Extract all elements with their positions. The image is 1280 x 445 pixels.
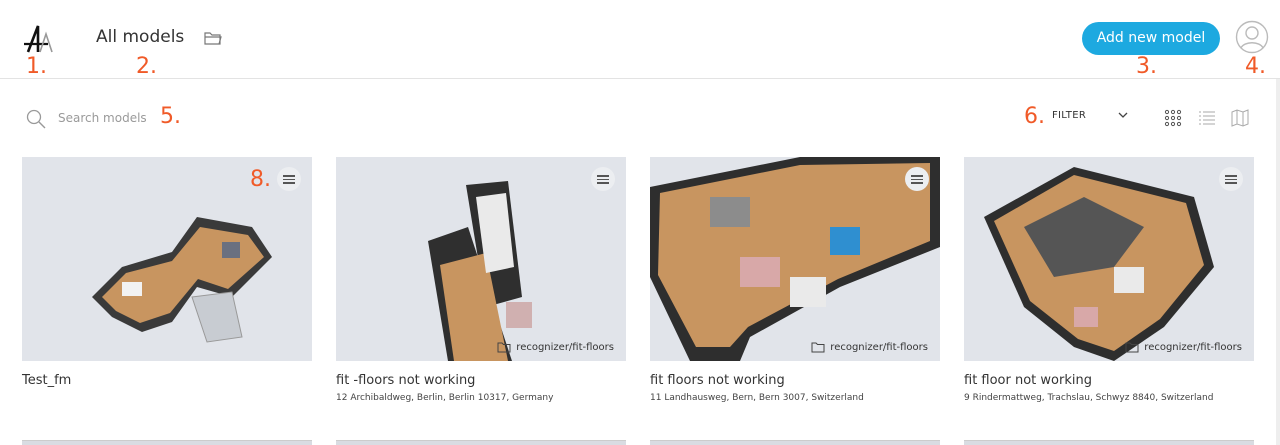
annotation-4: 4.: [1245, 54, 1266, 79]
card-address: 9 Rindermattweg, Trachslau, Schwyz 8840,…: [964, 393, 1214, 403]
card-menu-button[interactable]: [277, 167, 301, 191]
page-title: All models: [96, 27, 185, 47]
folder-icon: [497, 342, 511, 353]
card-menu-button[interactable]: [905, 167, 929, 191]
annotation-2: 2.: [136, 54, 157, 79]
card-menu-button[interactable]: [1219, 167, 1243, 191]
model-thumbnail[interactable]: recognizer/fit-floors: [964, 157, 1254, 361]
card-address: 11 Landhausweg, Bern, Bern 3007, Switzer…: [650, 393, 864, 403]
card-title[interactable]: fit floors not working: [650, 373, 940, 388]
user-avatar-icon[interactable]: [1235, 20, 1269, 54]
card-menu-button[interactable]: [591, 167, 615, 191]
model-thumbnail[interactable]: recognizer/fit-floors: [650, 157, 940, 361]
card-address: 12 Archibaldweg, Berlin, Berlin 10317, G…: [336, 393, 554, 403]
map-view-icon[interactable]: [1230, 108, 1250, 128]
floorplan-image: [984, 167, 1214, 361]
app-logo-icon[interactable]: [22, 22, 56, 56]
annotation-8: 8.: [250, 167, 271, 192]
card-title[interactable]: fit -floors not working: [336, 373, 626, 388]
grid-view-icon[interactable]: [1163, 108, 1183, 128]
search-icon: [26, 109, 46, 129]
folder-tag[interactable]: recognizer/fit-floors: [811, 342, 928, 353]
folder-path: recognizer/fit-floors: [830, 342, 928, 353]
model-card-next-row[interactable]: [650, 440, 940, 445]
model-card-next-row[interactable]: [22, 440, 312, 445]
floorplan-image: [650, 157, 940, 361]
annotation-6: 6.: [1024, 104, 1045, 129]
model-card-next-row[interactable]: [964, 440, 1254, 445]
model-thumbnail[interactable]: recognizer/fit-floors: [336, 157, 626, 361]
folder-icon: [811, 342, 825, 353]
list-view-icon[interactable]: [1197, 108, 1217, 128]
model-card[interactable]: recognizer/fit-floors fit -floors not wo…: [336, 157, 626, 403]
model-card[interactable]: recognizer/fit-floors fit floor not work…: [964, 157, 1254, 403]
annotation-3: 3.: [1136, 54, 1157, 79]
search-input[interactable]: [58, 108, 168, 128]
folder-icon: [1125, 342, 1139, 353]
card-title[interactable]: fit floor not working: [964, 373, 1254, 388]
floorplan-image: [428, 181, 532, 361]
chevron-down-icon[interactable]: [1117, 110, 1129, 120]
filter-dropdown-label[interactable]: FILTER: [1052, 110, 1086, 121]
model-card[interactable]: recognizer/fit-floors fit floors not wor…: [650, 157, 940, 403]
folder-tag[interactable]: recognizer/fit-floors: [497, 342, 614, 353]
annotation-1: 1.: [26, 54, 47, 79]
folder-path: recognizer/fit-floors: [516, 342, 614, 353]
folder-tag[interactable]: recognizer/fit-floors: [1125, 342, 1242, 353]
add-new-model-button[interactable]: Add new model: [1082, 22, 1220, 55]
folder-icon[interactable]: [204, 31, 222, 45]
scrollbar[interactable]: [1276, 79, 1280, 445]
top-bar: All models Add new model: [0, 0, 1280, 79]
card-title[interactable]: Test_fm: [22, 373, 312, 388]
model-card-next-row[interactable]: [336, 440, 626, 445]
folder-path: recognizer/fit-floors: [1144, 342, 1242, 353]
